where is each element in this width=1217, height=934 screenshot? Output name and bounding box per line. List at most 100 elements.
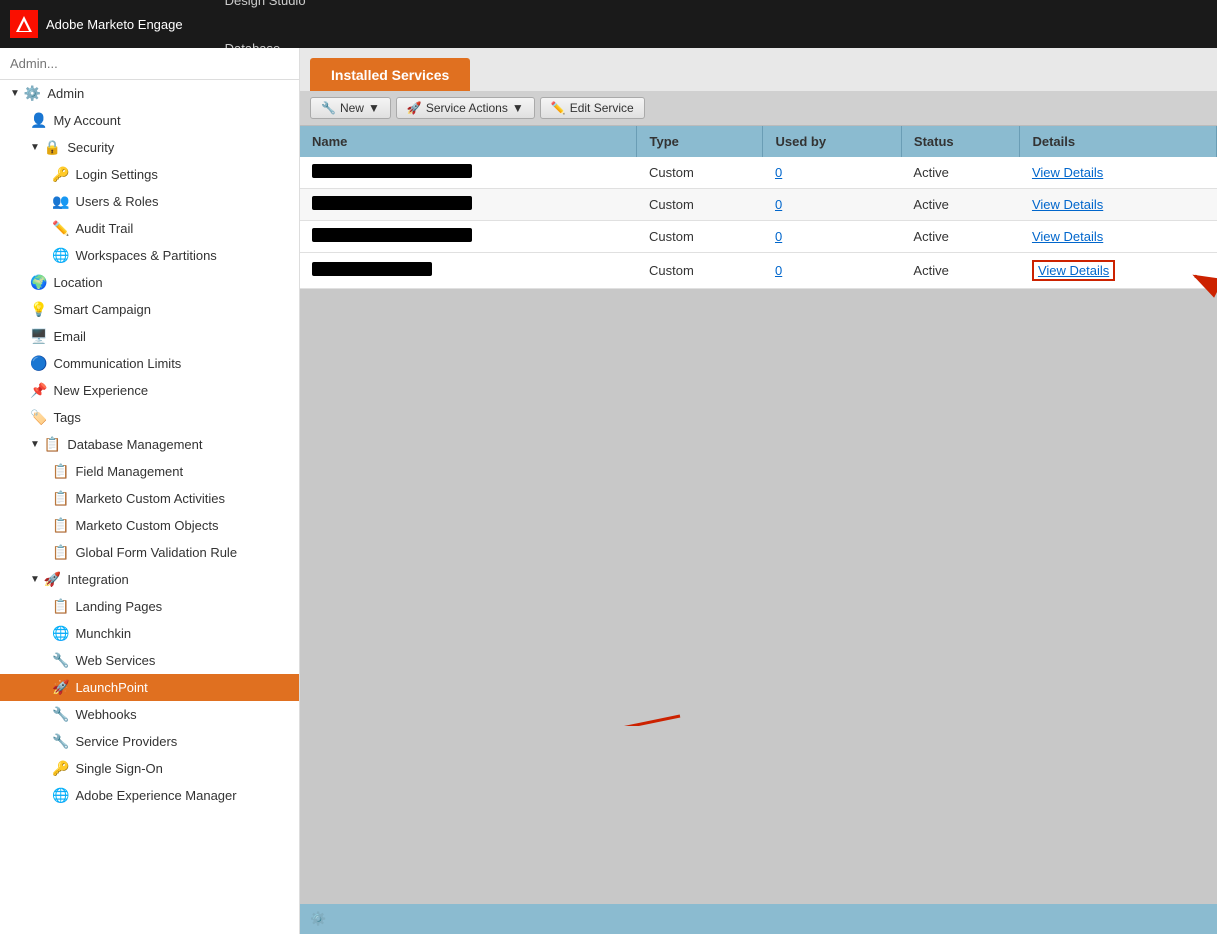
used-by-link[interactable]: 0: [775, 165, 782, 180]
view-details-link-highlighted[interactable]: View Details: [1038, 263, 1109, 278]
type-cell: Custom: [637, 189, 763, 221]
sidebar-item-security[interactable]: ▼ 🔒 Security: [0, 134, 299, 161]
col-status: Status: [901, 126, 1020, 157]
landing-pages-icon: 📋: [52, 598, 69, 615]
sidebar-item-field-management[interactable]: 📋 Field Management: [0, 458, 299, 485]
main-content: Installed Services 🔧 New ▼ 🚀 Service Act…: [300, 48, 1217, 934]
aem-icon: 🌐: [52, 787, 69, 804]
sidebar-item-landing-pages[interactable]: 📋 Landing Pages: [0, 593, 299, 620]
sidebar-item-service-providers[interactable]: 🔧 Service Providers: [0, 728, 299, 755]
sidebar-item-location[interactable]: 🌍 Location: [0, 269, 299, 296]
table-row: Custom 0 Active View Details: [300, 189, 1217, 221]
used-by-cell: 0: [763, 157, 901, 189]
edit-service-button[interactable]: ✏️ Edit Service: [540, 97, 645, 119]
sidebar-item-form-validation[interactable]: 📋 Global Form Validation Rule: [0, 539, 299, 566]
used-by-link[interactable]: 0: [775, 229, 782, 244]
sidebar-item-label: Field Management: [75, 464, 289, 479]
col-type: Type: [637, 126, 763, 157]
sidebar-item-label: Service Providers: [75, 734, 289, 749]
status-cell: Active: [901, 157, 1020, 189]
form-validation-icon: 📋: [52, 544, 69, 561]
type-cell: Custom: [637, 157, 763, 189]
sidebar-item-users-roles[interactable]: 👥 Users & Roles: [0, 188, 299, 215]
sidebar-item-database-management[interactable]: ▼ 📋 Database Management: [0, 431, 299, 458]
brand-name: Adobe Marketo Engage: [46, 17, 183, 32]
status-cell: Active: [901, 253, 1020, 289]
sidebar-item-munchkin[interactable]: 🌐 Munchkin: [0, 620, 299, 647]
name-cell: [300, 189, 637, 221]
sidebar-item-label: My Account: [53, 113, 289, 128]
redacted-name: [312, 164, 472, 178]
redacted-name: [312, 196, 472, 210]
app-logo: Adobe Marketo Engage: [10, 10, 203, 38]
sidebar-item-web-services[interactable]: 🔧 Web Services: [0, 647, 299, 674]
view-details-highlighted: View Details: [1032, 260, 1115, 281]
view-details-link[interactable]: View Details: [1032, 229, 1103, 244]
view-details-link[interactable]: View Details: [1032, 197, 1103, 212]
service-actions-button[interactable]: 🚀 Service Actions ▼: [396, 97, 535, 119]
admin-icon: ⚙️: [24, 85, 41, 102]
view-details-link[interactable]: View Details: [1032, 165, 1103, 180]
sidebar-item-communication-limits[interactable]: 🔵 Communication Limits: [0, 350, 299, 377]
sidebar-item-label: Marketo Custom Activities: [75, 491, 289, 506]
sso-icon: 🔑: [52, 760, 69, 777]
service-actions-dropdown-icon: ▼: [512, 101, 524, 115]
sidebar-item-label: Web Services: [75, 653, 289, 668]
expand-icon: ▼: [10, 88, 20, 99]
status-cell: Active: [901, 221, 1020, 253]
sidebar-item-email[interactable]: 🖥️ Email: [0, 323, 299, 350]
name-cell: [300, 253, 637, 289]
used-by-link[interactable]: 0: [775, 263, 782, 278]
sidebar-item-label: Login Settings: [75, 167, 289, 182]
sidebar-item-admin[interactable]: ▼ ⚙️ Admin: [0, 80, 299, 107]
sidebar-item-webhooks[interactable]: 🔧 Webhooks: [0, 701, 299, 728]
sidebar-item-label: Adobe Experience Manager: [75, 788, 289, 803]
sidebar-item-adobe-experience-manager[interactable]: 🌐 Adobe Experience Manager: [0, 782, 299, 809]
sidebar-item-my-account[interactable]: 👤 My Account: [0, 107, 299, 134]
col-used-by: Used by: [763, 126, 901, 157]
comm-icon: 🔵: [30, 355, 47, 372]
custom-activities-icon: 📋: [52, 490, 69, 507]
name-cell: [300, 221, 637, 253]
sidebar-search-input[interactable]: [10, 56, 289, 71]
service-actions-icon: 🚀: [407, 101, 422, 115]
sidebar-item-smart-campaign[interactable]: 💡 Smart Campaign: [0, 296, 299, 323]
sidebar-item-label: Tags: [53, 410, 289, 425]
sidebar-item-single-sign-on[interactable]: 🔑 Single Sign-On: [0, 755, 299, 782]
sidebar-item-integration[interactable]: ▼ 🚀 Integration: [0, 566, 299, 593]
details-cell: View Details: [1020, 189, 1217, 221]
details-cell: View Details: [1020, 221, 1217, 253]
sidebar-item-label: New Experience: [53, 383, 289, 398]
status-icon: ⚙️: [310, 911, 326, 927]
used-by-link[interactable]: 0: [775, 197, 782, 212]
sidebar-item-label: Database Management: [67, 437, 289, 452]
sidebar-item-new-experience[interactable]: 📌 New Experience: [0, 377, 299, 404]
integration-icon: 🚀: [44, 571, 61, 588]
tags-icon: 🏷️: [30, 409, 47, 426]
sidebar-item-label: Marketo Custom Objects: [75, 518, 289, 533]
sidebar-item-custom-objects[interactable]: 📋 Marketo Custom Objects: [0, 512, 299, 539]
new-dropdown-icon: ▼: [368, 101, 380, 115]
sidebar-item-login-settings[interactable]: 🔑 Login Settings: [0, 161, 299, 188]
launchpoint-icon: 🚀: [52, 679, 69, 696]
table-row: Custom 0 Active View Details: [300, 253, 1217, 289]
sidebar-item-workspaces[interactable]: 🌐 Workspaces & Partitions: [0, 242, 299, 269]
location-icon: 🌍: [30, 274, 47, 291]
sidebar-item-label: Single Sign-On: [75, 761, 289, 776]
sidebar-item-launchpoint[interactable]: 🚀 LaunchPoint: [0, 674, 299, 701]
nav-design-studio[interactable]: Design Studio: [213, 0, 348, 24]
sidebar-item-audit-trail[interactable]: ✏️ Audit Trail: [0, 215, 299, 242]
sidebar-item-tags[interactable]: 🏷️ Tags: [0, 404, 299, 431]
audit-icon: ✏️: [52, 220, 69, 237]
sidebar-item-label: Users & Roles: [75, 194, 289, 209]
sidebar-item-label: Global Form Validation Rule: [75, 545, 289, 560]
sidebar-item-custom-activities[interactable]: 📋 Marketo Custom Activities: [0, 485, 299, 512]
custom-objects-icon: 📋: [52, 517, 69, 534]
sidebar: ▼ ⚙️ Admin 👤 My Account ▼ 🔒 Security 🔑 L…: [0, 48, 300, 934]
workspace-icon: 🌐: [52, 247, 69, 264]
tab-installed-services[interactable]: Installed Services: [310, 58, 470, 91]
sidebar-item-label: Location: [53, 275, 289, 290]
status-bar: ⚙️: [300, 904, 1217, 934]
new-button[interactable]: 🔧 New ▼: [310, 97, 391, 119]
smart-campaign-icon: 💡: [30, 301, 47, 318]
